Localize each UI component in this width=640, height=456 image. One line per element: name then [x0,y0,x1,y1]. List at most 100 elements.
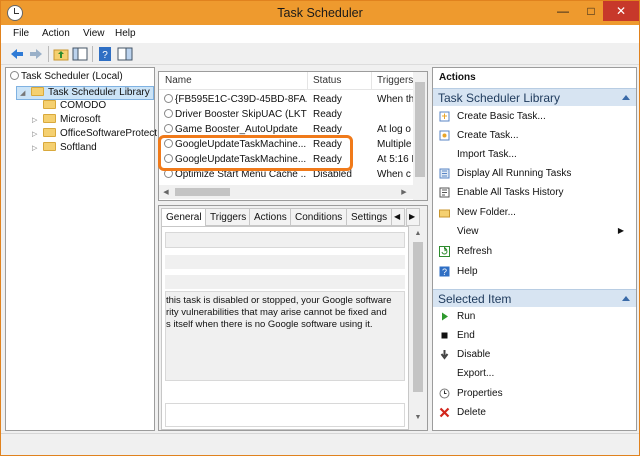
task-author-field[interactable] [165,275,405,289]
menu-file[interactable]: File [13,28,29,39]
task-name-field[interactable] [165,232,405,248]
scroll-right-icon[interactable]: ▶ [397,188,411,196]
section-selected-item[interactable]: Selected Item [433,289,636,307]
tree-item-microsoft[interactable]: ▷ Microsoft [32,114,101,128]
tree-item-officesoftwareprotect[interactable]: ▷ OfficeSoftwareProtect [32,128,157,142]
action-create-basic-task[interactable]: Create Basic Task... [433,108,636,125]
task-status-cell: Ready [313,94,342,105]
column-name[interactable]: Name [165,75,192,86]
action-view[interactable]: View ▶ [433,223,636,240]
action-help[interactable]: ? Help [433,263,636,280]
show-hide-tree-icon[interactable] [72,46,88,62]
clock-icon [164,124,173,133]
table-row[interactable]: {FB595E1C-C39D-45BD-8FA... Ready When th [159,93,419,108]
general-tab-content: this task is disabled or stopped, your G… [161,226,409,430]
task-list-vertical-scrollbar[interactable] [413,72,427,200]
column-triggers[interactable]: Triggers [377,75,413,86]
action-pane-icon[interactable] [117,46,133,62]
back-arrow-icon[interactable] [9,46,25,62]
menu-action[interactable]: Action [42,28,70,39]
scroll-up-icon[interactable]: ▲ [411,230,425,237]
up-folder-icon[interactable] [53,46,69,62]
actions-pane: Actions Task Scheduler Library Create Ba… [432,67,637,431]
tab-settings[interactable]: Settings [346,208,393,226]
tree-library[interactable]: ◢ Task Scheduler Library [16,86,154,100]
tab-general[interactable]: General [161,208,207,226]
export-icon [439,368,450,379]
disable-icon [440,350,449,360]
collapse-caret-icon[interactable] [622,296,630,301]
svg-text:?: ? [102,50,108,61]
action-delete[interactable]: Delete [433,404,636,421]
task-location-field[interactable] [165,255,405,269]
action-create-task[interactable]: Create Task... [433,127,636,144]
scroll-down-icon[interactable]: ▼ [411,414,425,421]
description-line: this task is disabled or stopped, your G… [166,295,392,306]
folder-icon [43,142,56,151]
console-tree: Task Scheduler (Local) ◢ Task Scheduler L… [5,67,157,431]
task-status-cell: Ready [313,124,342,135]
detail-vertical-scrollbar[interactable]: ▲ ▼ [411,228,425,428]
tab-scroll-left-icon[interactable]: ◀ [391,208,405,226]
create-task-icon [439,130,450,141]
collapse-caret-icon[interactable] [622,95,630,100]
action-disable[interactable]: Disable [433,346,636,363]
expand-arrow-icon[interactable]: ▷ [32,144,40,152]
tree-item-softland[interactable]: ▷ Softland [32,142,97,156]
scroll-thumb[interactable] [415,82,425,177]
task-detail-pane: General Triggers Actions Conditions Sett… [158,205,428,431]
action-end[interactable]: End [433,327,636,344]
create-basic-task-icon [439,111,450,122]
action-display-running-tasks[interactable]: Display All Running Tasks [433,165,636,182]
tree-item-comodo[interactable]: COMODO [32,100,106,114]
tab-triggers[interactable]: Triggers [205,208,252,226]
expand-arrow-icon[interactable]: ▷ [32,116,40,124]
close-button[interactable]: ✕ [603,1,639,21]
maximize-button[interactable]: □ [577,1,605,21]
folder-icon [43,128,56,137]
tree-library-label: Task Scheduler Library [48,87,150,98]
help-icon[interactable]: ? [97,46,113,62]
scroll-thumb[interactable] [413,242,423,392]
task-name-cell: Game Booster_AutoUpdate [164,124,307,135]
history-icon [439,187,450,198]
section-task-scheduler-library[interactable]: Task Scheduler Library [433,88,636,106]
column-status[interactable]: Status [313,75,341,86]
action-run[interactable]: Run [433,308,636,325]
action-new-folder[interactable]: New Folder... [433,204,636,221]
view-icon [439,226,450,237]
properties-icon [439,388,450,399]
security-options-box [165,403,405,427]
task-trigger-cell: When c [377,169,411,180]
task-description-box[interactable]: this task is disabled or stopped, your G… [165,291,405,381]
minimize-button[interactable]: — [549,1,577,21]
task-list-header: Name Status Triggers [159,72,427,90]
menu-help[interactable]: Help [115,28,136,39]
tree-item-label: Microsoft [60,114,101,125]
tab-actions[interactable]: Actions [249,208,292,226]
tree-item-label: Softland [60,142,97,153]
tree-root[interactable]: Task Scheduler (Local) [10,71,123,85]
menu-view[interactable]: View [83,28,105,39]
task-list-horizontal-scrollbar[interactable]: ◀ ▶ [159,185,413,199]
action-enable-all-tasks-history[interactable]: Enable All Tasks History [433,184,636,201]
tab-conditions[interactable]: Conditions [290,208,348,226]
svg-text:?: ? [442,267,447,277]
tab-scroll-right-icon[interactable]: ▶ [406,208,420,226]
window-title: Task Scheduler [277,6,363,20]
scroll-left-icon[interactable]: ◀ [159,188,173,196]
action-properties[interactable]: Properties [433,385,636,402]
folder-icon [31,87,44,96]
task-trigger-cell: At 5:16 F [377,154,418,165]
scroll-thumb[interactable] [175,188,230,196]
task-trigger-cell: When th [377,94,415,105]
action-import-task[interactable]: Import Task... [433,146,636,163]
action-export[interactable]: Export... [433,365,636,382]
actions-pane-title: Actions [439,72,476,83]
new-folder-icon [439,209,450,218]
table-row[interactable]: Driver Booster SkipUAC (LKTT) Ready [159,108,419,123]
expand-arrow-icon[interactable]: ▷ [32,130,40,138]
forward-arrow-icon[interactable] [28,46,44,62]
action-refresh[interactable]: Refresh [433,243,636,260]
collapse-arrow-icon[interactable]: ◢ [20,89,28,97]
